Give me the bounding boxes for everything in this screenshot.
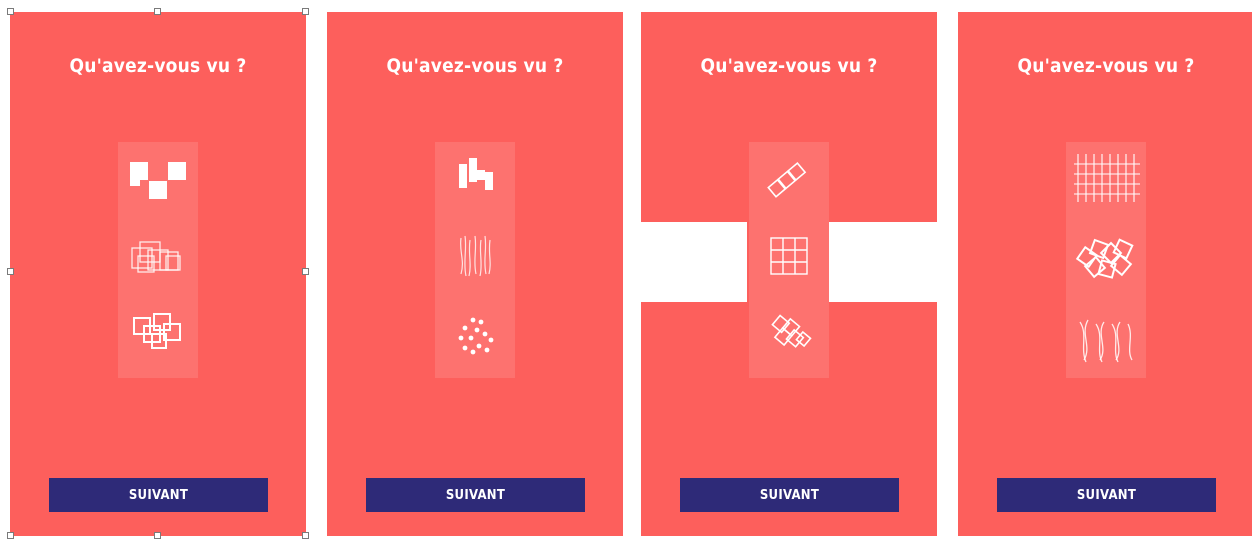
suivant-button[interactable]: SUIVANT [49,478,268,512]
screen-3: Qu'avez-vous vu ? SUIVANT [641,12,937,536]
curved-lines-icon[interactable] [1066,310,1146,370]
resize-handle[interactable] [7,532,14,539]
tilted-squares-cluster-icon[interactable] [1066,232,1146,292]
resize-handle[interactable] [302,268,309,275]
diagonal-tiles-icon[interactable] [749,148,829,208]
resize-handle[interactable] [7,8,14,15]
resize-handle[interactable] [7,268,14,275]
question-title: Qu'avez-vous vu ? [386,55,564,77]
dots-icon[interactable] [435,306,515,366]
options-strip [1066,142,1146,378]
checker-blocks-icon[interactable] [118,152,198,212]
screen-1: Qu'avez-vous vu ? SUIVANT [10,12,306,536]
resize-handle[interactable] [302,532,309,539]
question-title: Qu'avez-vous vu ? [69,55,247,77]
options-strip [749,142,829,378]
rotated-squares-icon[interactable] [749,306,829,366]
screen-4: Qu'avez-vous vu ? SUIVANT [958,12,1252,536]
crosshatch-grid-icon[interactable] [1066,146,1146,206]
overlapping-squares-icon[interactable] [118,230,198,290]
screen-2: Qu'avez-vous vu ? SUIVANT [327,12,623,536]
resize-handle[interactable] [154,532,161,539]
options-strip [118,142,198,378]
question-title: Qu'avez-vous vu ? [700,55,878,77]
suivant-button[interactable]: SUIVANT [680,478,899,512]
resize-handle[interactable] [154,8,161,15]
resize-handle[interactable] [302,8,309,15]
grid-icon[interactable] [749,226,829,286]
wavy-lines-icon[interactable] [435,224,515,284]
cutout-left [641,222,747,302]
suivant-button[interactable]: SUIVANT [366,478,585,512]
cutout-right [829,222,937,302]
options-strip [435,142,515,378]
scattered-squares-icon[interactable] [118,302,198,362]
question-title: Qu'avez-vous vu ? [1017,55,1195,77]
vertical-bars-icon[interactable] [435,146,515,206]
suivant-button[interactable]: SUIVANT [997,478,1216,512]
